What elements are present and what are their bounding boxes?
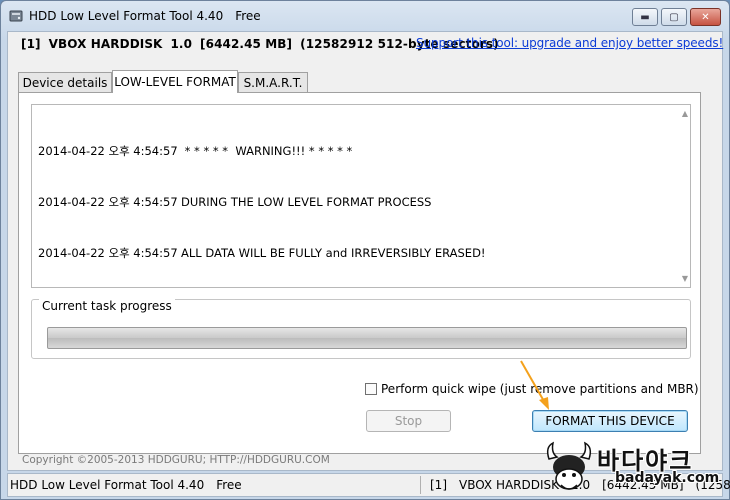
progress-bar <box>47 327 687 349</box>
close-icon: ✕ <box>701 11 710 23</box>
log-message: * * * * * WARNING!!! * * * * * <box>181 144 353 158</box>
log-line: 2014-04-22 오후 4:54:57 DURING THE LOW LEVE… <box>38 194 486 211</box>
scroll-up-icon[interactable]: ▲ <box>682 109 688 118</box>
device-name: VBOX HARDDISK <box>48 37 163 51</box>
log-message: DURING THE LOW LEVEL FORMAT PROCESS <box>181 195 432 209</box>
app-icon <box>9 10 23 22</box>
format-device-button[interactable]: FORMAT THIS DEVICE <box>532 410 688 432</box>
device-capacity: [6442.45 MB] <box>200 37 293 51</box>
status-app: HDD Low Level Format Tool 4.40 Free <box>10 478 242 492</box>
maximize-button[interactable]: ▢ <box>661 8 687 26</box>
progress-label: Current task progress <box>39 299 175 313</box>
log-box[interactable]: 2014-04-22 오후 4:54:57 * * * * * WARNING!… <box>31 104 691 288</box>
copyright: Copyright ©2005-2013 HDDGURU; HTTP://HDD… <box>22 454 330 466</box>
watermark-subtitle: badayak.com <box>615 470 720 486</box>
client-area: [1] VBOX HARDDISK 1.0 [6442.45 MB] (12582912… <box>7 31 723 471</box>
log-line: 2014-04-22 오후 4:54:57 * * * * * WARNING!… <box>38 143 486 160</box>
arrow-icon <box>520 360 549 410</box>
log-message: ALL DATA WILL BE FULLY and IRREVERSIBLY … <box>181 246 486 260</box>
minimize-icon: ▬ <box>640 11 650 23</box>
log-timestamp: 2014-04-22 오후 4:54:57 <box>38 144 178 158</box>
support-link[interactable]: Support this tool: upgrade and enjoy bet… <box>416 36 723 50</box>
watermark: 바다야크 badayak.com <box>541 439 730 499</box>
maximize-icon: ▢ <box>669 11 679 23</box>
title-bar[interactable]: HDD Low Level Format Tool 4.40 Free ▬ ▢ ✕ <box>1 1 729 31</box>
status-edition: Free <box>216 478 242 492</box>
device-firmware: 1.0 <box>170 37 193 51</box>
log-line: 2014-04-22 오후 4:54:57 ALL DATA WILL BE FU… <box>38 245 486 262</box>
tab-device-details[interactable]: Device details <box>18 72 112 92</box>
window-title: HDD Low Level Format Tool 4.40 Free <box>29 9 261 23</box>
low-level-format-panel: 2014-04-22 오후 4:54:57 * * * * * WARNING!… <box>18 92 701 454</box>
stop-button[interactable]: Stop <box>366 410 451 432</box>
device-index: [1] <box>21 37 41 51</box>
minimize-button[interactable]: ▬ <box>632 8 658 26</box>
scroll-down-icon[interactable]: ▼ <box>682 274 688 283</box>
window-title-label: HDD Low Level Format Tool 4.40 <box>29 9 224 23</box>
status-device-index: [1] <box>430 478 447 492</box>
progress-group: Current task progress <box>31 299 691 359</box>
quick-wipe-checkbox[interactable] <box>365 383 377 395</box>
status-app-name: HDD Low Level Format Tool 4.40 <box>10 478 205 492</box>
viking-mascot-icon <box>546 441 592 490</box>
log-timestamp: 2014-04-22 오후 4:54:57 <box>38 246 178 260</box>
tab-smart[interactable]: S.M.A.R.T. <box>238 72 308 92</box>
tab-low-level-format[interactable]: LOW-LEVEL FORMAT <box>112 70 238 93</box>
window-edition: Free <box>235 9 261 23</box>
status-divider <box>420 476 421 494</box>
log-timestamp: 2014-04-22 오후 4:54:57 <box>38 195 178 209</box>
app-window: HDD Low Level Format Tool 4.40 Free ▬ ▢ ✕… <box>0 0 730 500</box>
close-button[interactable]: ✕ <box>690 8 721 26</box>
log-lines: 2014-04-22 오후 4:54:57 * * * * * WARNING!… <box>38 109 486 296</box>
